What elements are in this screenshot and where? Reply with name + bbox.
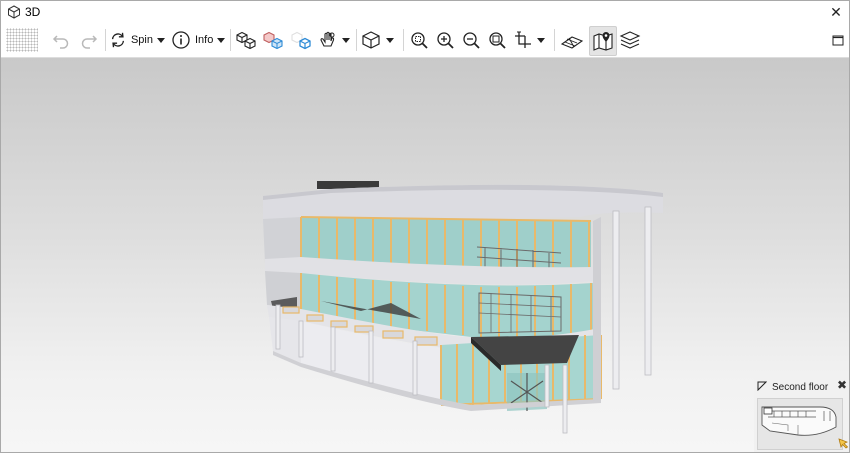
spin-dropdown[interactable]: Spin xyxy=(109,26,165,54)
close-icon: ✖ xyxy=(836,378,848,392)
minimap-floor-plan[interactable] xyxy=(757,398,843,450)
floor-plan-button[interactable] xyxy=(558,26,586,54)
floor-indicator-icon xyxy=(757,381,767,391)
zoom-out-icon xyxy=(463,32,480,49)
floor-plan-icon xyxy=(560,36,584,49)
close-icon: ✕ xyxy=(830,3,842,20)
cube-icon xyxy=(8,5,20,19)
chevron-down-icon xyxy=(537,37,545,43)
zoom-out-button[interactable] xyxy=(459,26,483,54)
toolbar-separator xyxy=(230,29,231,51)
zoom-window-button[interactable] xyxy=(485,26,509,54)
building-model xyxy=(263,181,663,434)
zoom-window-icon xyxy=(489,32,506,49)
info-icon xyxy=(172,31,190,49)
select-related-boxes-icon xyxy=(263,31,283,50)
info-label: Info xyxy=(195,34,214,46)
select-hidden-button[interactable] xyxy=(288,26,316,54)
zoom-in-button[interactable] xyxy=(433,26,457,54)
layers-button[interactable] xyxy=(617,26,643,54)
zoom-fit-icon xyxy=(411,32,428,49)
maximize-icon xyxy=(832,35,844,46)
layers-icon xyxy=(619,31,641,49)
select-hidden-box-icon xyxy=(291,31,311,50)
undo-icon xyxy=(52,35,69,49)
info-dropdown[interactable]: Info xyxy=(171,26,227,54)
floor-minimap: Second floor ✖ xyxy=(754,376,849,452)
toolbar: Spin Info xyxy=(1,23,849,58)
chevron-down-icon xyxy=(157,37,165,43)
close-button[interactable]: ✕ xyxy=(827,3,845,21)
redo-icon xyxy=(81,35,98,49)
title-bar: 3D ✕ xyxy=(1,1,849,23)
view-cube-icon xyxy=(362,31,380,49)
maximize-button[interactable] xyxy=(829,26,847,54)
minimap-close-button[interactable]: ✖ xyxy=(836,379,848,391)
chevron-down-icon xyxy=(217,37,226,43)
toolbar-separator xyxy=(356,29,357,51)
measure-icon xyxy=(515,31,531,48)
redo-button[interactable] xyxy=(77,26,101,54)
undo-button[interactable] xyxy=(49,26,73,54)
map-view-toggle[interactable] xyxy=(589,26,617,56)
3d-window: 3D ✕ Spin Info Second floor ✖ xyxy=(0,0,850,453)
chevron-down-icon xyxy=(386,37,394,43)
measure-dropdown[interactable] xyxy=(513,26,551,54)
camera-position-icon[interactable] xyxy=(838,438,849,449)
isolate-dropdown[interactable] xyxy=(318,26,354,54)
zoom-fit-button[interactable] xyxy=(407,26,431,54)
window-title: 3D xyxy=(25,5,41,19)
chevron-down-icon xyxy=(342,37,350,43)
3d-viewport[interactable]: Second floor ✖ xyxy=(1,58,849,452)
toolbar-separator xyxy=(105,29,106,51)
floor-plan-outline xyxy=(761,406,837,436)
toolbar-separator xyxy=(403,29,404,51)
select-related-button[interactable] xyxy=(261,26,285,54)
zoom-in-icon xyxy=(437,32,454,49)
map-pin-icon xyxy=(593,32,613,51)
toolbar-separator xyxy=(554,29,555,51)
hand-isolate-icon xyxy=(320,31,335,47)
spin-icon xyxy=(111,32,125,48)
minimap-floor-label: Second floor xyxy=(772,382,829,393)
view-cube-dropdown[interactable] xyxy=(360,26,400,54)
spin-label: Spin xyxy=(130,34,153,46)
select-boxes-icon xyxy=(236,31,256,50)
toolbar-grip-icon[interactable] xyxy=(6,28,38,52)
select-boxes-button[interactable] xyxy=(234,26,258,54)
